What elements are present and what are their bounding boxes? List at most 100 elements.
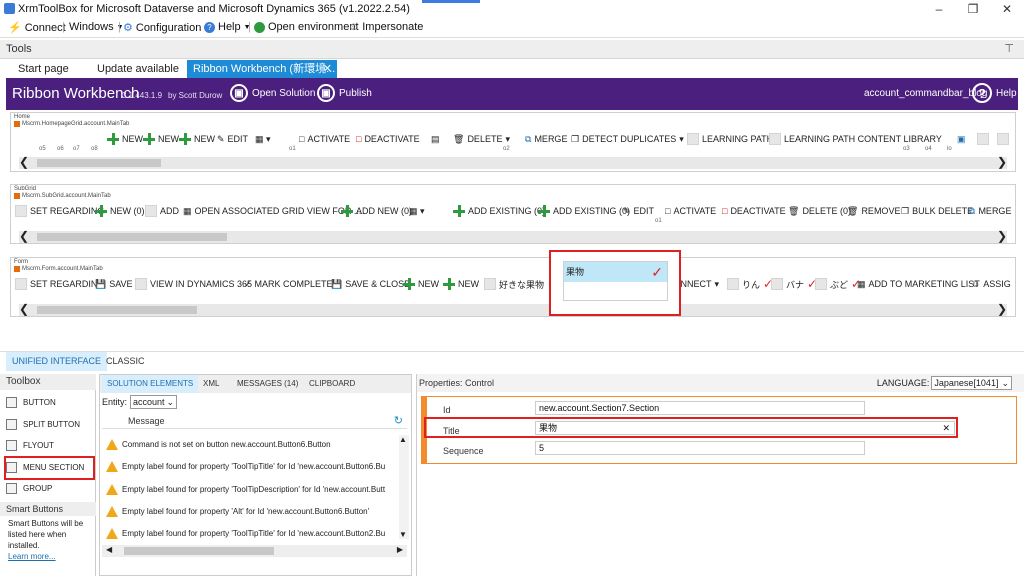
entity-dropdown[interactable]: account ⌄ <box>130 395 178 409</box>
open-solution-button[interactable]: ▣ Open Solution <box>230 84 315 102</box>
close-tab-icon[interactable]: ✕ <box>323 60 332 78</box>
scroll-right-icon[interactable]: ▶ <box>397 545 403 554</box>
ribbon-command[interactable]: ADD EXISTING (0) <box>453 203 545 219</box>
tab-start-page[interactable]: Start page <box>12 60 75 78</box>
ribbon-command[interactable]: NEW <box>179 131 215 147</box>
tab-unified-interface[interactable]: UNIFIED INTERFACE <box>6 352 108 371</box>
ribbon-command[interactable]: りん ✓ <box>727 276 773 292</box>
scroll-up-icon[interactable]: ▲ <box>399 435 407 444</box>
ribbon-command[interactable]: ✎ EDIT <box>623 203 654 219</box>
scroll-right-icon[interactable]: ❯ <box>997 229 1007 243</box>
close-button[interactable]: ✕ <box>990 0 1024 18</box>
vertical-scrollbar[interactable]: ▲ ▼ <box>399 435 409 539</box>
scroll-thumb[interactable] <box>37 233 227 241</box>
maximize-button[interactable]: ❐ <box>956 0 990 18</box>
ribbon-command[interactable]: ❐ BULK DELETE <box>901 203 973 219</box>
scroll-down-icon[interactable]: ▼ <box>399 530 407 539</box>
publish-button[interactable]: ▣ Publish <box>317 84 372 102</box>
ribbon-command[interactable]: ⧉ MERGE <box>525 131 567 147</box>
ribbon-command[interactable]: VIEW IN DYNAMICS 365 <box>135 276 252 292</box>
toolbox-item-flyout[interactable]: FLYOUT <box>6 435 54 455</box>
message-row[interactable]: Empty label found for property 'ToolTipT… <box>102 522 392 544</box>
ribbon-command[interactable] <box>977 131 989 147</box>
ribbon-command[interactable]: LEARNING PATH <box>687 131 773 147</box>
open-environment-button[interactable]: Open environment <box>254 21 359 33</box>
toolbox-item-group[interactable]: GROUP <box>6 478 52 498</box>
ribbon-command[interactable]: SET REGARDING <box>15 203 104 219</box>
learn-more-link[interactable]: Learn more... <box>8 551 90 562</box>
horizontal-scrollbar[interactable]: ❮ ❯ <box>19 302 1007 316</box>
tab-xml[interactable]: XML <box>198 375 224 393</box>
ribbon-command[interactable]: ⧉ MERGE <box>969 203 1011 219</box>
grid-icon[interactable]: ▦ ▾ <box>409 203 425 219</box>
ribbon-command[interactable]: 🗑 DELETE (0) <box>788 203 851 219</box>
flyout-menu-item[interactable]: 果物 ✓ <box>564 262 667 282</box>
refresh-icon[interactable]: ↻ <box>394 413 403 429</box>
help-button[interactable]: ? Help <box>972 83 1017 103</box>
scroll-left-icon[interactable]: ❮ <box>19 302 29 316</box>
ribbon-command[interactable]: 🗑 REMOVE <box>847 203 900 219</box>
ribbon-command[interactable]: NEW (0) <box>95 203 145 219</box>
toolbox-item-button[interactable]: BUTTON <box>6 392 56 412</box>
tab-messages[interactable]: MESSAGES (14) <box>232 375 303 393</box>
configuration-menu[interactable]: ⚙ Configuration ▼ <box>123 21 211 35</box>
ribbon-command[interactable]: NEW <box>107 131 143 147</box>
ribbon-command[interactable]: ADD <box>145 203 179 219</box>
grid-icon[interactable]: ▦ ▾ <box>255 131 271 147</box>
language-dropdown[interactable]: Japanese[1041] ⌄ <box>931 376 1012 390</box>
ribbon-command[interactable] <box>997 131 1009 147</box>
message-row[interactable]: Empty label found for property 'Alt' for… <box>102 500 392 522</box>
ribbon-command[interactable]: NEW <box>143 131 179 147</box>
ribbon-command[interactable]: 🗑 DELETE ▾ <box>453 131 510 147</box>
ribbon-command[interactable]: SET REGARDING <box>15 276 104 292</box>
tab-update-available[interactable]: Update available <box>91 60 185 78</box>
help-menu[interactable]: ? Help ▼ <box>204 21 251 33</box>
sequence-field[interactable]: 5 <box>535 441 865 455</box>
connect-button[interactable]: ⚡ Connect <box>8 21 66 35</box>
ribbon-command[interactable]: ▦ ADD TO MARKETING LIST <box>857 276 980 292</box>
ribbon-command[interactable]: ✓ MARK COMPLETE <box>244 276 333 292</box>
horizontal-scrollbar[interactable]: ◀ ▶ <box>102 545 407 557</box>
ribbon-command[interactable]: ❐ DETECT DUPLICATES ▾ <box>571 131 684 147</box>
flyout-command[interactable]: 好きな果物✓ <box>484 276 557 292</box>
ribbon-command[interactable]: ▤ <box>431 131 440 147</box>
tab-clipboard[interactable]: CLIPBOARD <box>304 375 360 393</box>
ribbon-command[interactable]: ▣ <box>957 131 966 147</box>
tab-ribbon-workbench[interactable]: Ribbon Workbench (新環境... ✕ <box>187 60 337 78</box>
tab-classic[interactable]: CLASSIC <box>100 352 151 371</box>
horizontal-scrollbar[interactable]: ❮ ❯ <box>19 229 1007 243</box>
scroll-left-icon[interactable]: ◀ <box>106 545 112 554</box>
ribbon-command[interactable]: バナ ✓ <box>771 276 817 292</box>
scroll-thumb[interactable] <box>37 159 161 167</box>
ribbon-command[interactable]: ADD EXISTING (0) <box>538 203 630 219</box>
ribbon-command[interactable]: 💾 SAVE & CLOSE <box>331 276 410 292</box>
scroll-right-icon[interactable]: ❯ <box>997 302 1007 316</box>
message-row[interactable]: Empty label found for property 'ToolTipT… <box>102 455 392 477</box>
tab-solution-elements[interactable]: SOLUTION ELEMENTS <box>102 375 199 393</box>
scroll-thumb[interactable] <box>124 547 274 555</box>
ribbon-command[interactable]: □ DEACTIVATE <box>722 203 786 219</box>
scroll-left-icon[interactable]: ❮ <box>19 155 29 169</box>
scroll-left-icon[interactable]: ❮ <box>19 229 29 243</box>
ribbon-command[interactable]: ✎ EDIT <box>217 131 248 147</box>
impersonate-button[interactable]: ☺ Impersonate <box>348 21 423 33</box>
toolbox-item-split-button[interactable]: SPLIT BUTTON <box>6 414 80 434</box>
ribbon-command[interactable]: □ ACTIVATE <box>665 203 716 219</box>
pin-icon[interactable]: ⊤ <box>1004 42 1014 55</box>
ribbon-command[interactable]: ADD NEW (0) <box>341 203 412 219</box>
ribbon-command[interactable]: NEW <box>403 276 439 292</box>
message-row[interactable]: Empty label found for property 'ToolTipD… <box>102 478 392 500</box>
ribbon-command[interactable]: ☺ ASSIG <box>971 276 1011 292</box>
windows-menu[interactable]: Windows ▼ <box>69 21 124 33</box>
message-row[interactable]: Command is not set on button new.account… <box>102 433 392 455</box>
minimize-button[interactable]: – <box>922 0 956 18</box>
ribbon-command[interactable]: □ ACTIVATE <box>299 131 350 147</box>
id-field[interactable]: new.account.Section7.Section <box>535 401 865 415</box>
ribbon-command[interactable]: 💾 SAVE <box>95 276 133 292</box>
scroll-thumb[interactable] <box>37 306 197 314</box>
ribbon-command[interactable]: ▦ OPEN ASSOCIATED GRID VIEW FOR ... <box>183 203 361 219</box>
ribbon-command[interactable]: ぶど ✓ <box>815 276 861 292</box>
ribbon-command[interactable]: LEARNING PATH CONTENT LIBRARY <box>769 131 942 147</box>
ribbon-command[interactable]: □ DEACTIVATE <box>356 131 420 147</box>
ribbon-command[interactable]: NEW <box>443 276 479 292</box>
